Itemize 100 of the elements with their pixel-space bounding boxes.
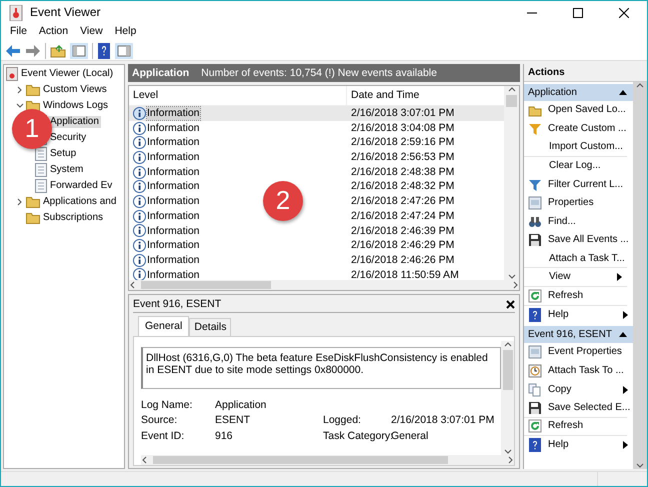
pane-toggle-icon[interactable]: [115, 42, 133, 58]
level-text[interactable]: Information: [147, 166, 200, 178]
menu-item[interactable]: File: [4, 24, 33, 41]
date-time-text[interactable]: 2/16/2018 3:04:08 PM: [347, 122, 454, 134]
date-time-text[interactable]: 2/16/2018 2:48:32 PM: [347, 180, 454, 194]
scroll-down-icon[interactable]: [508, 274, 516, 280]
tab[interactable]: Details: [189, 318, 232, 336]
date-time-text[interactable]: 2/16/2018 2:48:38 PM: [347, 166, 454, 178]
tree-item[interactable]: Setup: [48, 148, 78, 160]
scroll-down-icon[interactable]: [636, 463, 644, 469]
task-link[interactable]: Find...: [524, 212, 633, 232]
task-link[interactable]: View: [524, 268, 627, 287]
collapse-chevron-icon[interactable]: [16, 102, 24, 110]
task-link[interactable]: Refresh: [524, 418, 627, 436]
vertical-scrollbar[interactable]: [501, 340, 514, 455]
scroll-thumb[interactable]: [141, 281, 271, 289]
date-time-text[interactable]: 2/16/2018 3:07:01 PM: [347, 107, 454, 120]
date-time-text[interactable]: 2/16/2018 2:46:26 PM: [347, 254, 454, 267]
level-text[interactable]: Information: [147, 210, 200, 222]
section-header[interactable]: Event 916, ESENT: [524, 326, 633, 344]
task-link[interactable]: Import Custom...: [524, 138, 627, 157]
task-link[interactable]: Attach Task To ...: [524, 362, 633, 380]
date-time-text[interactable]: 2/16/2018 11:50:59 AM: [347, 268, 459, 282]
task-link[interactable]: Attach a Task T...: [524, 250, 627, 268]
date-time-text[interactable]: 2/16/2018 2:47:24 PM: [347, 210, 454, 222]
vertical-scrollbar[interactable]: [633, 82, 647, 469]
forward-arrow-icon[interactable]: [25, 44, 41, 58]
level-text[interactable]: Information: [147, 224, 200, 238]
close-icon[interactable]: [619, 8, 629, 18]
info-icon: [133, 106, 146, 120]
task-link[interactable]: Filter Current L...: [524, 175, 633, 194]
expand-chevron-icon[interactable]: [16, 198, 24, 206]
tree-item[interactable]: Windows Logs: [41, 100, 110, 112]
task-link[interactable]: Clear Log...: [524, 156, 633, 176]
vertical-scrollbar[interactable]: [504, 86, 519, 280]
date-time-text[interactable]: 2/16/2018 2:47:26 PM: [347, 195, 454, 208]
level-text[interactable]: Information: [147, 136, 200, 150]
section-title: Application: [528, 86, 577, 98]
event-count-text: Number of events: 10,754 (!) New events available: [201, 66, 437, 80]
collapse-caret-icon[interactable]: [619, 90, 627, 95]
task-link[interactable]: Help: [524, 306, 633, 324]
task-link[interactable]: Event Properties: [524, 343, 633, 362]
level-text[interactable]: Information: [147, 254, 200, 267]
tree-item[interactable]: System: [48, 164, 86, 176]
level-text[interactable]: Information: [147, 151, 200, 164]
scroll-left-icon[interactable]: [141, 456, 149, 464]
scroll-right-icon[interactable]: [511, 281, 519, 289]
task-link[interactable]: Save All Events ...: [524, 231, 633, 250]
level-text[interactable]: Information: [147, 180, 200, 194]
pane-toggle-icon[interactable]: [70, 42, 88, 58]
level-text[interactable]: Information: [147, 239, 200, 252]
task-link[interactable]: Open Saved Lo...: [524, 101, 633, 120]
date-time-text[interactable]: 2/16/2018 2:46:29 PM: [347, 239, 454, 252]
close-icon[interactable]: [506, 300, 515, 309]
scroll-up-icon[interactable]: [504, 340, 512, 347]
date-time-text[interactable]: 2/16/2018 2:59:16 PM: [347, 136, 454, 150]
tree-item[interactable]: Subscriptions: [41, 212, 106, 224]
scroll-thumb[interactable]: [502, 350, 512, 390]
task-link[interactable]: Copy: [524, 380, 633, 399]
folder-up-icon[interactable]: [50, 44, 66, 58]
menu-item[interactable]: Help: [108, 24, 142, 41]
horizontal-scrollbar[interactable]: [141, 455, 514, 465]
expand-chevron-icon[interactable]: [16, 86, 24, 94]
tree-item[interactable]: Forwarded Ev: [48, 180, 114, 192]
scroll-thumb[interactable]: [153, 456, 448, 464]
scroll-left-icon[interactable]: [129, 281, 137, 289]
refresh-icon: [528, 288, 542, 303]
level-text[interactable]: Information: [147, 268, 200, 282]
column-header[interactable]: Level: [129, 86, 347, 105]
scroll-thumb[interactable]: [506, 95, 517, 107]
scroll-up-icon[interactable]: [508, 86, 516, 92]
help-icon[interactable]: [97, 42, 111, 58]
task-link[interactable]: Refresh: [524, 286, 627, 306]
menu-item[interactable]: Action: [32, 24, 74, 41]
column-header[interactable]: Date and Time: [347, 89, 420, 102]
menu-item[interactable]: View: [74, 24, 109, 41]
date-time-text[interactable]: 2/16/2018 2:46:39 PM: [347, 224, 454, 238]
task-link[interactable]: Create Custom ...: [524, 120, 633, 138]
task-link[interactable]: Properties: [524, 194, 633, 213]
funnel-icon: [528, 122, 542, 136]
tree-item[interactable]: Event Viewer (Local): [19, 68, 116, 80]
event-viewer-icon: [6, 67, 18, 81]
tree-item[interactable]: Custom Views: [41, 84, 109, 96]
back-arrow-icon[interactable]: [5, 44, 21, 58]
tree-item[interactable]: Applications and: [41, 196, 118, 208]
collapse-caret-icon[interactable]: [619, 332, 627, 338]
horizontal-scrollbar[interactable]: [129, 280, 519, 290]
date-time-text[interactable]: 2/16/2018 2:56:53 PM: [347, 151, 454, 164]
tree-item[interactable]: Application: [48, 116, 101, 128]
scroll-up-icon[interactable]: [636, 82, 644, 88]
task-link[interactable]: Save Selected E...: [524, 398, 627, 418]
task-link[interactable]: Help: [524, 436, 633, 455]
scroll-right-icon[interactable]: [506, 456, 514, 464]
tab[interactable]: General: [138, 316, 190, 336]
level-text[interactable]: Information: [147, 195, 200, 208]
section-header[interactable]: Application: [524, 84, 633, 101]
level-text[interactable]: Information: [147, 122, 200, 134]
level-text[interactable]: Information: [147, 107, 200, 120]
maximize-icon[interactable]: [573, 8, 583, 18]
scroll-down-icon[interactable]: [504, 449, 512, 455]
